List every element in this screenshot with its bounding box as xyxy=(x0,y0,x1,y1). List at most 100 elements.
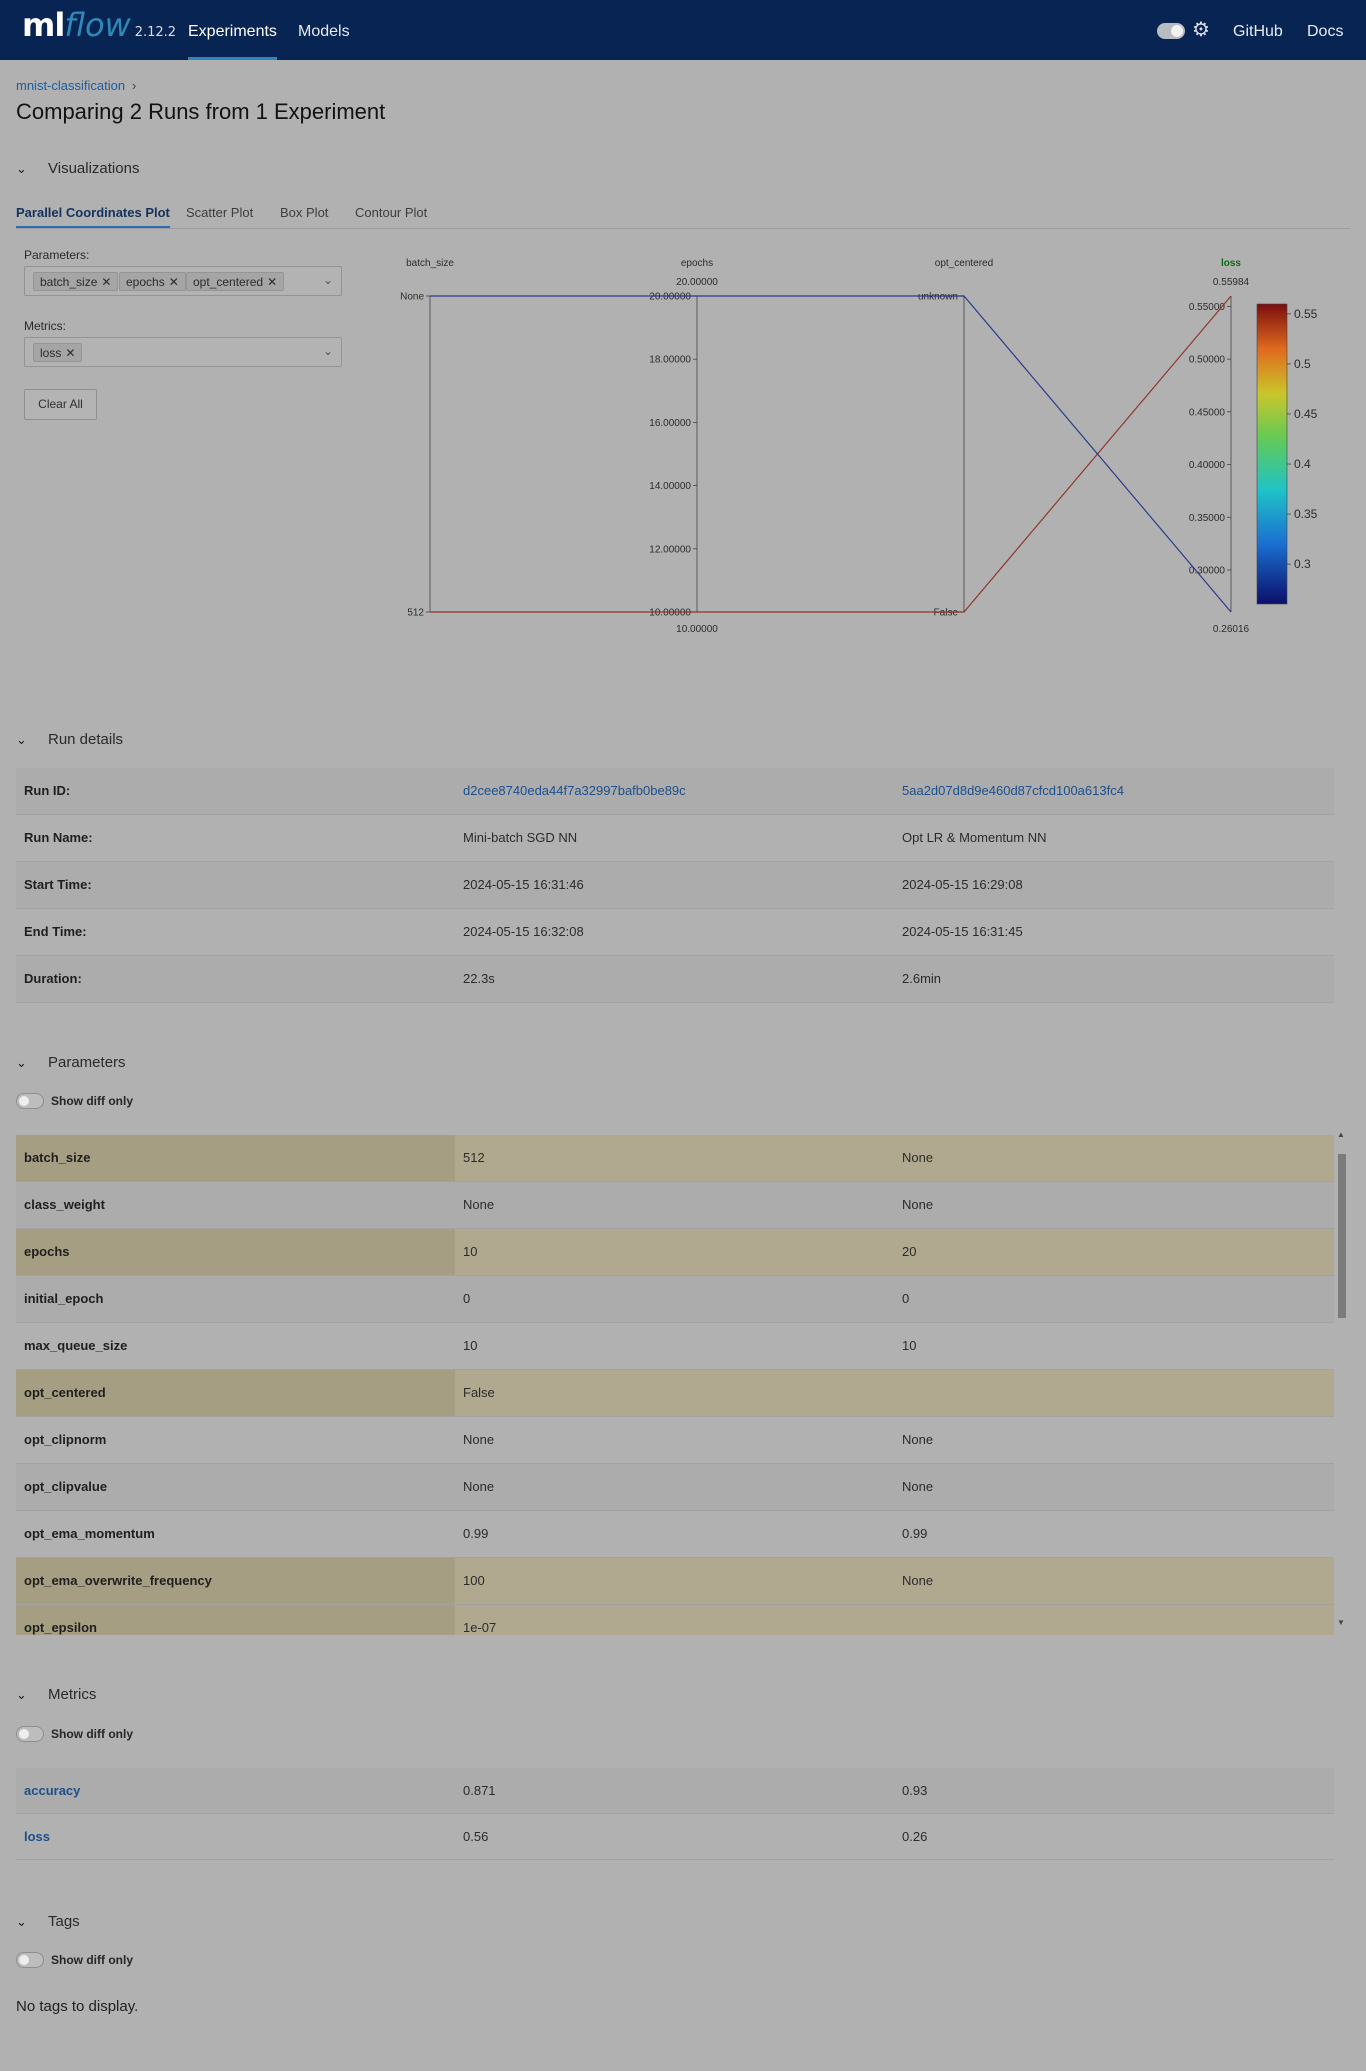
row-label: Start Time: xyxy=(24,877,92,892)
axis-tick-label: 0.35000 xyxy=(1189,513,1226,524)
nav-github[interactable]: GitHub xyxy=(1233,0,1283,60)
nav-models[interactable]: Models xyxy=(298,0,350,60)
tags-show-diff-toggle[interactable] xyxy=(16,1952,44,1968)
metric-value: 0.26 xyxy=(902,1829,928,1844)
table-row: accuracy 0.871 0.93 xyxy=(16,1768,1334,1814)
colorscale-tick-label: 0.35 xyxy=(1294,507,1318,521)
version-label: 2.12.2 xyxy=(134,25,177,40)
parameter-value: 1e-07 xyxy=(463,1620,497,1635)
parameter-chip-epochs[interactable]: epochs ✕ xyxy=(119,272,186,291)
parameters-show-diff-toggle[interactable] xyxy=(16,1093,44,1109)
scroll-down-icon[interactable]: ▼ xyxy=(1337,1618,1345,1627)
parameters-select[interactable]: batch_size ✕ epochs ✕ opt_centered ✕ ⌄ xyxy=(24,266,342,296)
mlflow-logo[interactable]: mlflow 2.12.2 xyxy=(22,6,176,50)
axis-tick-label: False xyxy=(934,608,959,619)
run-value: Opt LR & Momentum NN xyxy=(902,830,1047,845)
tab-contour-plot[interactable]: Contour Plot xyxy=(355,205,427,220)
close-icon[interactable]: ✕ xyxy=(267,275,277,289)
run-value: Mini-batch SGD NN xyxy=(463,830,578,845)
colorscale-tick-label: 0.4 xyxy=(1294,457,1311,471)
parameter-value: None xyxy=(902,1573,934,1588)
clear-all-button[interactable]: Clear All xyxy=(24,389,97,420)
chevron-down-icon[interactable]: ⌄ xyxy=(323,344,333,358)
top-navigation-bar: mlflow 2.12.2 Experiments Models ⚙ GitHub… xyxy=(0,0,1366,60)
run-id-link[interactable]: 5aa2d07d8d9e460d87cfcd100a613fc4 xyxy=(902,768,1322,814)
metrics-show-diff-toggle[interactable] xyxy=(16,1726,44,1742)
parameter-value: None xyxy=(463,1479,495,1494)
metric-chip-loss[interactable]: loss ✕ xyxy=(33,343,83,362)
chevron-down-icon: ⌄ xyxy=(16,1687,27,1702)
breadcrumb-experiment-link[interactable]: mnist-classification xyxy=(16,78,125,93)
table-row: loss 0.56 0.26 xyxy=(16,1814,1334,1860)
tab-parallel-coordinates[interactable]: Parallel Coordinates Plot xyxy=(16,205,170,228)
parameter-name: opt_centered xyxy=(24,1385,106,1400)
table-row: Run Name: Mini-batch SGD NN Opt LR & Momen… xyxy=(16,815,1334,862)
tab-box-plot[interactable]: Box Plot xyxy=(280,205,328,220)
colorscale-tick-label: 0.55 xyxy=(1294,307,1318,321)
metric-chip-label: loss xyxy=(40,346,62,360)
table-row: opt_epsilon 1e-07 xyxy=(16,1605,1334,1635)
parameter-value: 10 xyxy=(463,1338,478,1353)
parameter-value xyxy=(902,1370,1322,1416)
parameter-chip-batch-size[interactable]: batch_size ✕ xyxy=(33,272,119,291)
parallel-coordinates-chart[interactable]: batch_size None 512 epochs 20.00000 10.00000 2… xyxy=(380,240,1330,660)
gear-icon[interactable]: ⚙ xyxy=(1192,18,1210,42)
axis-tick-label: 20.00000 xyxy=(649,292,691,303)
run-line-2 xyxy=(430,295,1232,613)
axis-title: batch_size xyxy=(406,258,454,269)
nav-experiments[interactable]: Experiments xyxy=(188,0,277,60)
axis-tick-label: None xyxy=(400,292,424,303)
scroll-up-icon[interactable]: ▲ xyxy=(1337,1130,1345,1139)
table-row: Run ID: d2cee8740eda44f7a32997bafb0be89c 5… xyxy=(16,768,1334,815)
axis-title: epochs xyxy=(681,258,713,269)
parameter-value: 0 xyxy=(902,1291,910,1306)
axis-range-top-label: 20.00000 xyxy=(676,277,718,288)
section-run-details-header[interactable]: ⌄ Run details xyxy=(16,731,123,748)
tab-divider xyxy=(16,228,1350,229)
close-icon[interactable]: ✕ xyxy=(65,346,75,360)
parameter-value: 100 xyxy=(463,1573,485,1588)
chevron-down-icon: ⌄ xyxy=(16,1055,27,1070)
parameter-value: 0 xyxy=(463,1291,471,1306)
table-row: max_queue_size 10 10 xyxy=(16,1323,1334,1370)
parameter-value: None xyxy=(902,1197,934,1212)
section-tags-header[interactable]: ⌄ Tags xyxy=(16,1913,80,1930)
close-icon[interactable]: ✕ xyxy=(169,275,179,289)
parameter-value: 512 xyxy=(463,1150,485,1165)
metric-name-link[interactable]: loss xyxy=(24,1814,444,1860)
metric-name-link[interactable]: accuracy xyxy=(24,1768,444,1814)
section-metrics-header[interactable]: ⌄ Metrics xyxy=(16,1686,96,1703)
section-parameters-title: Parameters xyxy=(48,1054,126,1071)
axis-tick-label: 16.00000 xyxy=(649,418,691,429)
parameter-value: None xyxy=(902,1432,934,1447)
parameter-name: max_queue_size xyxy=(24,1338,128,1353)
section-visualizations-header[interactable]: ⌄ Visualizations xyxy=(16,160,139,177)
tab-scatter-plot[interactable]: Scatter Plot xyxy=(186,205,253,220)
run-id-link[interactable]: d2cee8740eda44f7a32997bafb0be89c xyxy=(463,768,883,814)
run-line-1 xyxy=(430,295,1232,613)
table-row: opt_ema_momentum 0.99 0.99 xyxy=(16,1511,1334,1558)
metrics-label: Metrics: xyxy=(24,319,66,333)
chevron-down-icon: ⌄ xyxy=(16,732,27,747)
table-row: End Time: 2024-05-15 16:32:08 2024-05-15 1… xyxy=(16,909,1334,956)
parameter-value: 10 xyxy=(463,1244,478,1259)
parameter-name: opt_epsilon xyxy=(24,1620,97,1635)
axis-tick-label: 0.45000 xyxy=(1189,407,1226,418)
parameter-name: opt_clipvalue xyxy=(24,1479,108,1494)
theme-toggle[interactable] xyxy=(1157,23,1185,39)
parameter-chip-opt-centered[interactable]: opt_centered ✕ xyxy=(186,272,285,291)
breadcrumb-separator: › xyxy=(132,78,137,93)
table-row: batch_size 512 None xyxy=(16,1135,1334,1182)
section-parameters-header[interactable]: ⌄ Parameters xyxy=(16,1054,126,1071)
table-row: opt_centered False xyxy=(16,1370,1334,1417)
section-tags-title: Tags xyxy=(48,1913,80,1930)
close-icon[interactable]: ✕ xyxy=(101,275,111,289)
chevron-down-icon[interactable]: ⌄ xyxy=(323,273,333,287)
metrics-select[interactable]: loss ✕ ⌄ xyxy=(24,337,342,367)
axis-tick-label: 512 xyxy=(407,608,424,619)
axis-tick-label: 18.00000 xyxy=(649,355,691,366)
parameters-scroll-thumb[interactable] xyxy=(1338,1154,1346,1318)
parameter-name: opt_clipnorm xyxy=(24,1432,107,1447)
nav-docs[interactable]: Docs xyxy=(1307,0,1343,60)
page-title: Comparing 2 Runs from 1 Experiment xyxy=(16,99,386,124)
